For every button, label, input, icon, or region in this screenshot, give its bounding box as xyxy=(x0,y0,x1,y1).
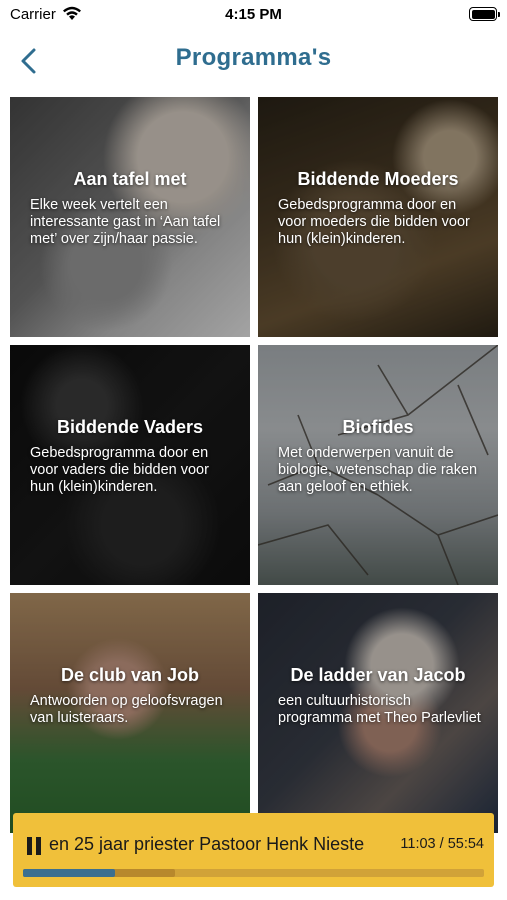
program-description: een cultuurhistorisch programma met Theo… xyxy=(278,693,481,726)
program-tile-biddende-moeders[interactable]: Biddende Moeders Gebedsprogramma door en… xyxy=(258,97,498,337)
pause-icon[interactable] xyxy=(27,837,43,855)
program-tile-aan-tafel-met[interactable]: Aan tafel met Elke week vertelt een inte… xyxy=(10,97,250,337)
program-description: Met onderwerpen vanuit de biologie, wete… xyxy=(278,445,478,495)
progress-bar[interactable] xyxy=(23,869,484,877)
clock: 4:15 PM xyxy=(225,6,282,23)
program-title: Aan tafel met xyxy=(73,169,187,189)
program-tile-de-club-van-job[interactable]: De club van Job Antwoorden op geloofsvra… xyxy=(10,593,250,833)
program-description: Elke week vertelt een interessante gast … xyxy=(30,197,221,247)
program-tile-de-ladder-van-jacob[interactable]: De ladder van Jacob een cultuurhistorisc… xyxy=(258,593,498,833)
program-description: Gebedsprogramma door en voor moeders die… xyxy=(278,197,470,247)
program-title: Biddende Moeders xyxy=(297,169,459,189)
program-tile-biofides[interactable]: Biofides Met onderwerpen vanuit de biolo… xyxy=(258,345,498,585)
program-title: Biddende Vaders xyxy=(56,417,204,437)
progress-fill xyxy=(23,869,116,877)
program-title: De club van Job xyxy=(60,665,200,685)
status-bar: Carrier 4:15 PM xyxy=(0,0,507,30)
mini-player[interactable]: en 25 jaar priester Pastoor Henk Nieste … xyxy=(13,813,494,887)
program-title: De ladder van Jacob xyxy=(290,665,466,685)
battery-icon xyxy=(469,7,500,21)
navigation-bar: Programma's xyxy=(0,30,507,90)
playback-time: 11:03 / 55:54 xyxy=(400,836,484,852)
page-title: Programma's xyxy=(175,44,332,71)
program-tile-biddende-vaders[interactable]: Biddende Vaders Gebedsprogramma door en … xyxy=(10,345,250,585)
now-playing-title: en 25 jaar priester Pastoor Henk Nieste xyxy=(49,834,365,854)
program-description: Gebedsprogramma door en voor vaders die … xyxy=(30,445,209,495)
program-description: Antwoorden op geloofsvragen van luistera… xyxy=(30,693,223,726)
program-title: Biofides xyxy=(342,417,414,437)
